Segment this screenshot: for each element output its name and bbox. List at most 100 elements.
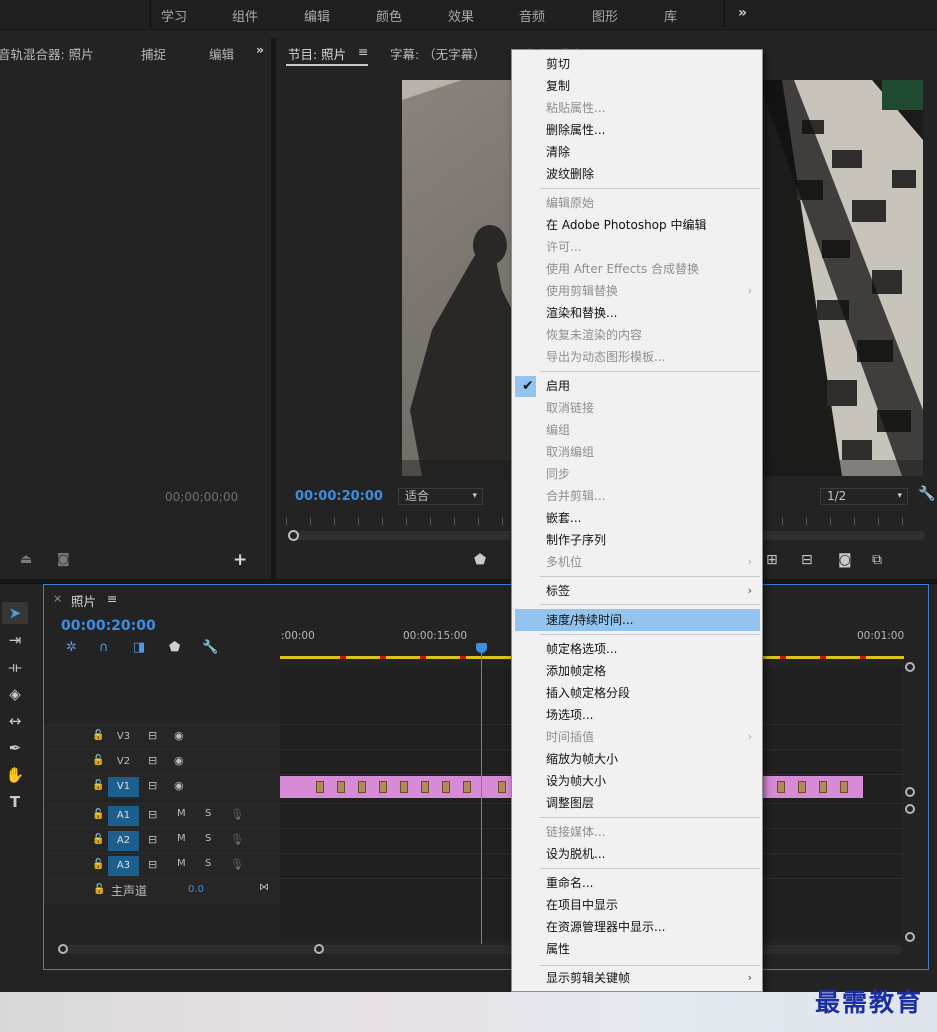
menu-item[interactable]: 清除 — [512, 141, 762, 163]
workspace-tab-effects[interactable]: 效果 — [448, 6, 474, 25]
add-marker-icon[interactable]: ⬟ — [169, 640, 180, 655]
tab-captions[interactable]: 字幕: （无字幕） — [390, 44, 486, 63]
menu-item[interactable]: 导出为动态图形模板... — [512, 346, 762, 368]
panel-menu-icon[interactable]: ≡ — [358, 44, 368, 59]
camera-icon[interactable]: ◙ — [838, 552, 852, 568]
menu-item[interactable]: 删除属性... — [512, 119, 762, 141]
eye-icon[interactable]: ◉ — [174, 729, 184, 742]
panel-overflow-icon[interactable]: » — [256, 42, 264, 57]
workspace-tab-audio[interactable]: 音频 — [519, 6, 545, 25]
menu-item[interactable]: 在 Adobe Photoshop 中编辑 — [512, 214, 762, 236]
menu-item[interactable]: 缩放为帧大小 — [512, 748, 762, 770]
menu-item[interactable]: 复制 — [512, 75, 762, 97]
menu-item[interactable]: 插入帧定格分段 — [512, 682, 762, 704]
snap-icon[interactable]: ∩ — [99, 640, 109, 655]
solo-button[interactable]: S — [205, 833, 211, 844]
audio-vscroll-bottom-handle[interactable] — [905, 932, 915, 942]
menu-item[interactable]: 在资源管理器中显示... — [512, 916, 762, 938]
playhead[interactable] — [481, 648, 482, 944]
track-target-a3[interactable]: A3 — [108, 856, 139, 876]
solo-button[interactable]: S — [205, 858, 211, 869]
go-to-end-icon[interactable]: ⋈ — [259, 882, 269, 893]
add-marker-icon[interactable]: ⬟ — [474, 552, 486, 568]
workspace-tab-color[interactable]: 颜色 — [376, 6, 402, 25]
type-tool-icon[interactable]: T — [2, 791, 28, 813]
add-button-icon[interactable]: + — [233, 550, 247, 570]
microphone-icon[interactable]: 🎙 — [230, 858, 244, 871]
wrench-icon[interactable]: 🔧 — [918, 486, 935, 502]
track-target-a2[interactable]: A2 — [108, 831, 139, 851]
lock-icon[interactable]: 🔓 — [92, 780, 104, 791]
lock-icon[interactable]: 🔓 — [92, 834, 104, 845]
sync-lock-icon[interactable]: ⊟ — [148, 779, 157, 792]
menu-item[interactable]: 速度/持续时间... — [515, 609, 760, 631]
scroll-handle-left[interactable] — [58, 944, 68, 954]
video-vscroll-bottom-handle[interactable] — [905, 787, 915, 797]
lock-icon[interactable]: 🔓 — [93, 884, 105, 895]
menu-item[interactable]: 取消编组 — [512, 441, 762, 463]
menu-item[interactable]: 显示剪辑关键帧 › — [512, 967, 762, 989]
master-volume-value[interactable]: 0.0 — [188, 884, 204, 895]
menu-item[interactable]: 启用 — [512, 375, 762, 397]
menu-item[interactable]: 添加帧定格 — [512, 660, 762, 682]
razor-tool-icon[interactable]: ◈ — [2, 683, 28, 705]
mute-button[interactable]: M — [177, 858, 186, 869]
tab-edit[interactable]: 编辑 — [209, 44, 235, 63]
track-select-tool-icon[interactable]: ⇥ — [2, 629, 28, 651]
menu-item[interactable]: 使用剪辑替换 › — [512, 280, 762, 302]
extract-icon[interactable]: ⊟ — [801, 552, 813, 568]
menu-item[interactable]: 嵌套... — [512, 507, 762, 529]
workspace-tab-graphics[interactable]: 图形 — [592, 6, 618, 25]
menu-item[interactable]: 同步 — [512, 463, 762, 485]
menu-item[interactable]: 波纹删除 — [512, 163, 762, 185]
workspace-tab-learn[interactable]: 学习 — [161, 6, 187, 25]
hand-tool-icon[interactable]: ✋ — [2, 764, 28, 786]
menu-item[interactable]: 合并剪辑... — [512, 485, 762, 507]
audio-icon[interactable]: ◦ — [0, 554, 2, 569]
menu-item[interactable]: 剪切 — [512, 53, 762, 75]
workspace-tab-libraries[interactable]: 库 — [664, 6, 677, 25]
menu-item[interactable]: 恢复未渲染的内容 — [512, 324, 762, 346]
menu-item[interactable]: 调整图层 — [512, 792, 762, 814]
menu-item[interactable]: 渲染和替换... — [512, 302, 762, 324]
microphone-icon[interactable]: 🎙 — [230, 833, 244, 846]
slip-tool-icon[interactable]: ↔ — [2, 710, 28, 732]
mute-button[interactable]: M — [177, 808, 186, 819]
sync-lock-icon[interactable]: ⊟ — [148, 808, 157, 821]
sync-lock-icon[interactable]: ⊟ — [148, 858, 157, 871]
menu-item[interactable]: 编辑原始 — [512, 192, 762, 214]
menu-item[interactable]: 取消链接 — [512, 397, 762, 419]
solo-button[interactable]: S — [205, 808, 211, 819]
lock-icon[interactable]: 🔓 — [92, 859, 104, 870]
menu-item[interactable]: 多机位 › — [512, 551, 762, 573]
track-target-v2[interactable]: V2 — [108, 752, 139, 772]
menu-item[interactable]: 场选项... — [512, 704, 762, 726]
menu-item[interactable]: 在项目中显示 — [512, 894, 762, 916]
menu-item[interactable]: 粘贴属性... — [512, 97, 762, 119]
menu-item[interactable]: 许可... — [512, 236, 762, 258]
microphone-icon[interactable]: 🎙 — [230, 808, 244, 821]
timeline-timecode[interactable]: 00:00:20:00 — [61, 618, 156, 634]
menu-item[interactable]: 设为帧大小 — [512, 770, 762, 792]
zoom-fit-dropdown[interactable]: 适合 ▾ — [398, 488, 483, 505]
ripple-edit-tool-icon[interactable]: ⟛ — [2, 656, 28, 678]
timeline-hscrollbar[interactable] — [58, 944, 902, 954]
camera-icon[interactable]: ◙ — [57, 552, 70, 567]
menu-item[interactable]: 制作子序列 — [512, 529, 762, 551]
track-target-v3[interactable]: V3 — [108, 727, 139, 747]
lock-icon[interactable]: 🔓 — [92, 809, 104, 820]
scroll-handle-right[interactable] — [314, 944, 324, 954]
pen-tool-icon[interactable]: ✒ — [2, 737, 28, 759]
workspace-tab-assembly[interactable]: 组件 — [232, 6, 258, 25]
menu-item[interactable]: 链接媒体... — [512, 821, 762, 843]
close-icon[interactable]: × — [53, 592, 62, 605]
workspace-tab-editing[interactable]: 编辑 — [304, 6, 330, 25]
lock-icon[interactable]: 🔓 — [92, 755, 104, 766]
panel-menu-icon[interactable]: ≡ — [107, 591, 117, 606]
compare-view-icon[interactable]: ⧉ — [872, 552, 882, 568]
tab-audio-track-mixer[interactable]: 音轨混合器: 照片 — [0, 44, 94, 63]
sync-lock-icon[interactable]: ⊟ — [148, 729, 157, 742]
selection-tool-icon[interactable]: ➤ — [2, 602, 28, 624]
linked-selection-icon[interactable]: ◨ — [133, 640, 145, 655]
menu-item[interactable]: 编组 — [512, 419, 762, 441]
